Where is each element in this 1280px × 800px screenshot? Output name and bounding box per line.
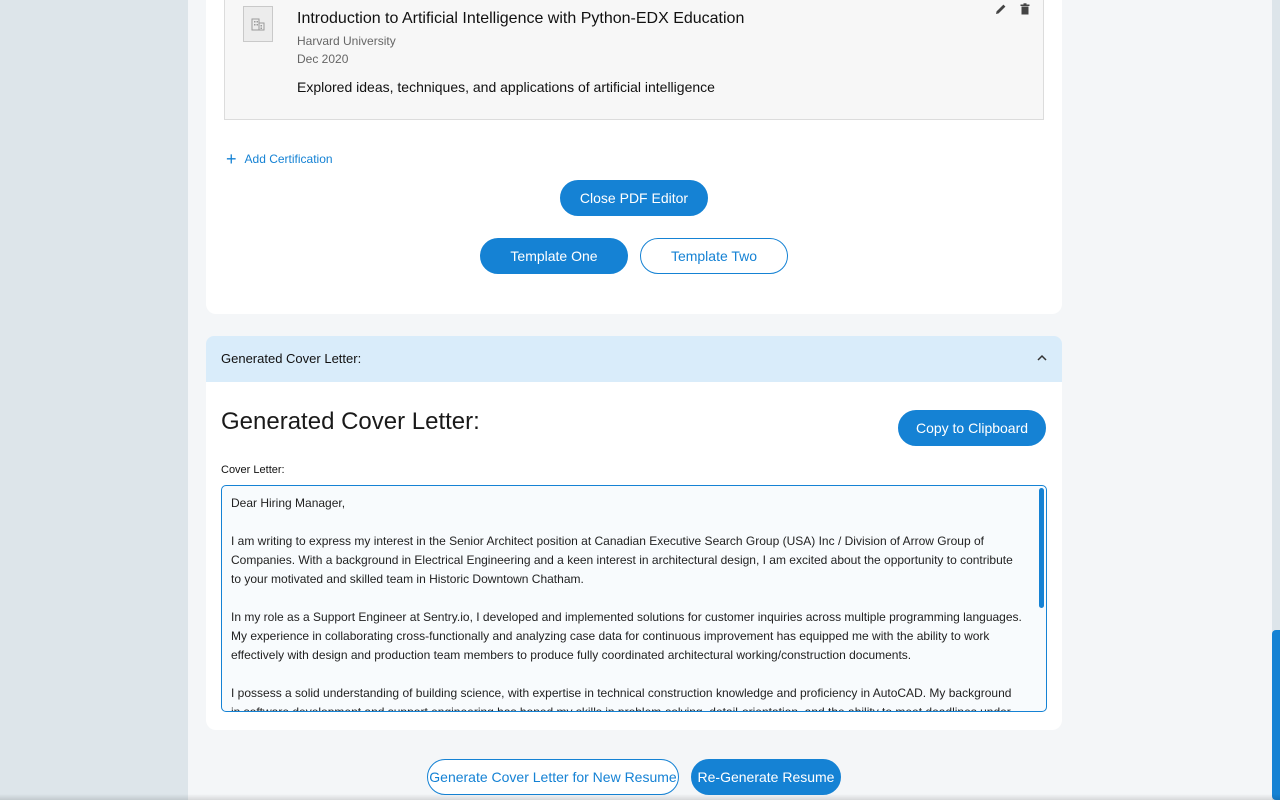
- certifications-card: Introduction to Artificial Intelligence …: [206, 0, 1062, 314]
- add-certification-button[interactable]: + Add Certification: [226, 149, 333, 169]
- textarea-scrollbar[interactable]: [1039, 488, 1044, 608]
- cover-letter-paragraph: I am writing to express my interest in t…: [231, 534, 1013, 586]
- regenerate-resume-button[interactable]: Re-Generate Resume: [691, 759, 841, 795]
- cover-letter-text: Dear Hiring Manager, I am writing to exp…: [222, 486, 1046, 712]
- plus-icon: +: [226, 149, 237, 169]
- cover-letter-field-label: Cover Letter:: [221, 464, 285, 476]
- cover-letter-accordion-header[interactable]: Generated Cover Letter:: [206, 336, 1062, 382]
- bottom-shadow: [0, 794, 1280, 800]
- cover-letter-textarea[interactable]: Dear Hiring Manager, I am writing to exp…: [221, 485, 1047, 712]
- close-pdf-editor-button[interactable]: Close PDF Editor: [560, 180, 708, 216]
- accordion-title: Generated Cover Letter:: [221, 351, 362, 366]
- cover-letter-panel: Generated Cover Letter: Copy to Clipboar…: [206, 382, 1062, 730]
- page-scrollbar[interactable]: [1272, 630, 1280, 800]
- template-one-button[interactable]: Template One: [480, 238, 628, 274]
- chevron-up-icon[interactable]: [1034, 350, 1050, 366]
- template-two-button[interactable]: Template Two: [640, 238, 788, 274]
- add-certification-label: Add Certification: [244, 152, 333, 166]
- certification-date: Dec 2020: [297, 52, 349, 66]
- generate-cover-letter-new-resume-button[interactable]: Generate Cover Letter for New Resume: [427, 759, 679, 795]
- cover-letter-paragraph: I possess a solid understanding of build…: [231, 686, 1012, 712]
- copy-to-clipboard-button[interactable]: Copy to Clipboard: [898, 410, 1046, 446]
- certification-item: Introduction to Artificial Intelligence …: [224, 0, 1044, 120]
- certification-description: Explored ideas, techniques, and applicat…: [297, 79, 715, 95]
- certification-actions: [995, 2, 1031, 16]
- page-container: Introduction to Artificial Intelligence …: [188, 0, 1272, 800]
- delete-trash-icon[interactable]: [1019, 2, 1031, 16]
- building-icon: [243, 6, 273, 42]
- certification-title: Introduction to Artificial Intelligence …: [297, 10, 745, 27]
- cover-letter-paragraph: In my role as a Support Engineer at Sent…: [231, 610, 1022, 662]
- edit-pencil-icon[interactable]: [995, 2, 1007, 16]
- cover-letter-heading: Generated Cover Letter:: [221, 408, 480, 435]
- certification-organization: Harvard University: [297, 34, 396, 48]
- cover-letter-paragraph: Dear Hiring Manager,: [231, 496, 346, 510]
